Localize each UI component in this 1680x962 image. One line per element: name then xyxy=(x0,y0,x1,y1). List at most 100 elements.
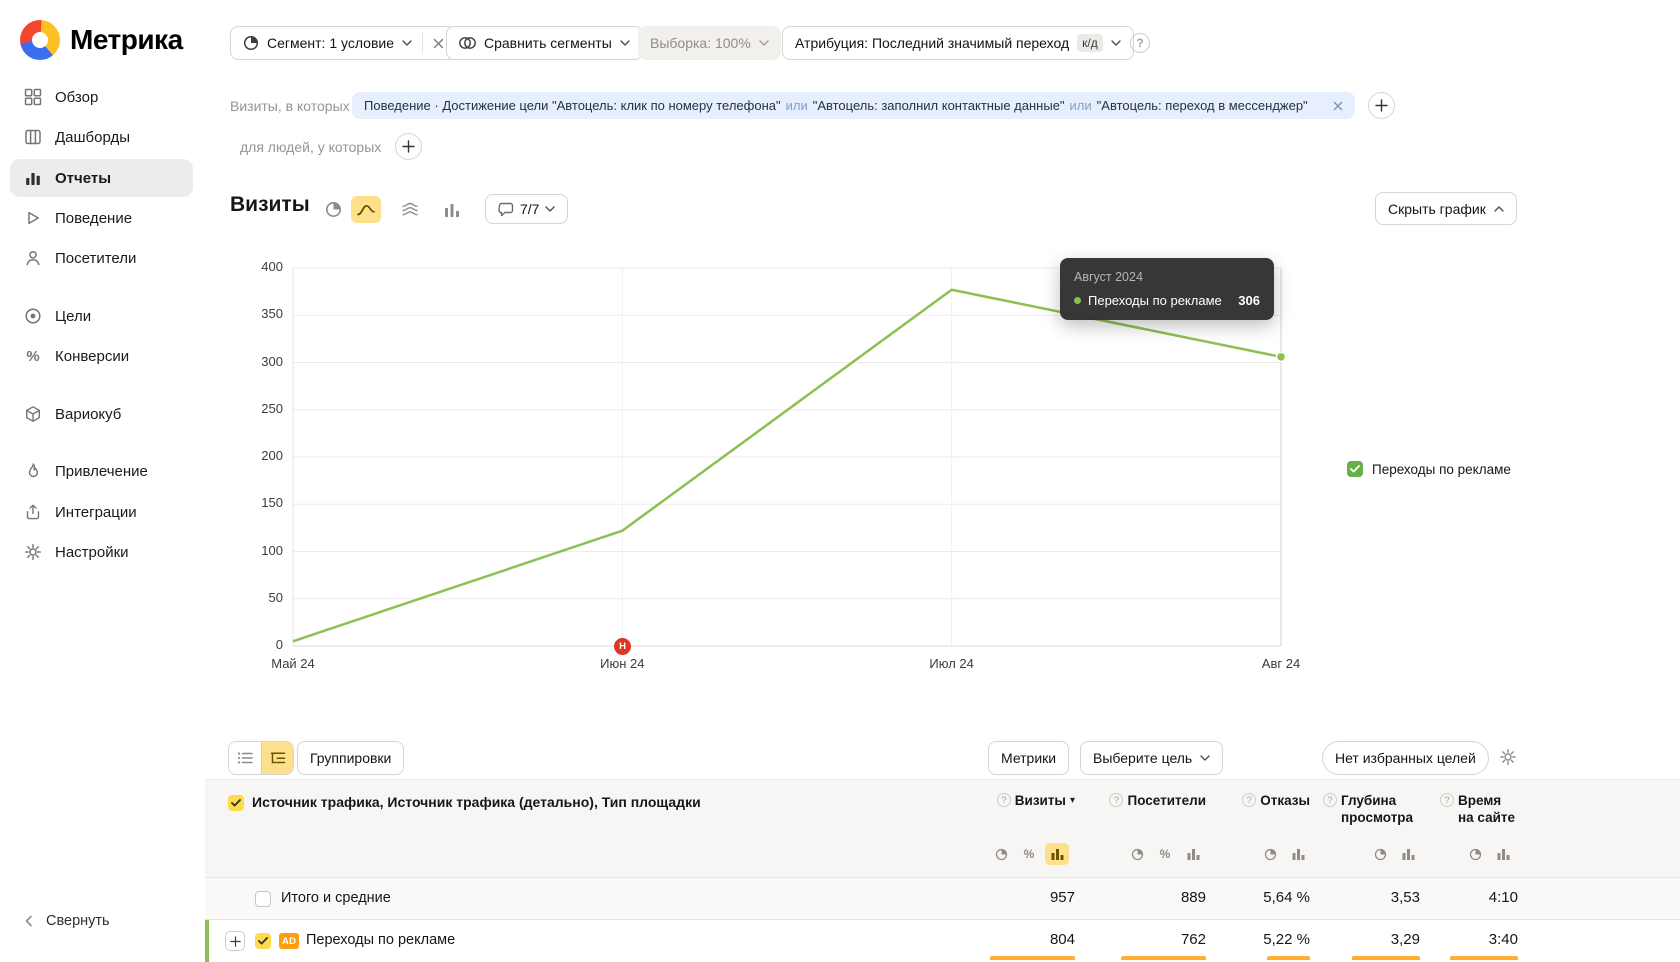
attribution-button[interactable]: Атрибуция: Последний значимый переход к/… xyxy=(782,26,1134,60)
dimension-header[interactable]: Источник трафика, Источник трафика (дета… xyxy=(252,794,701,810)
pie-view-button[interactable] xyxy=(318,196,348,223)
cell-visits: 957 xyxy=(1049,889,1075,906)
cell-bar xyxy=(1267,956,1310,960)
visits-bars-toggle[interactable] xyxy=(1045,843,1069,865)
choose-goal-label: Выберите цель xyxy=(1093,750,1193,766)
row-label[interactable]: Переходы по рекламе xyxy=(306,932,455,948)
sidebar-item-overview[interactable]: Обзор xyxy=(0,78,205,116)
cell-bar xyxy=(1352,956,1420,960)
sidebar-item-visitors[interactable]: Посетители xyxy=(0,239,205,277)
sidebar-item-dashboards[interactable]: Дашборды xyxy=(0,118,205,156)
remove-condition-button[interactable] xyxy=(1333,101,1343,111)
favorite-goals-label: Нет избранных целей xyxy=(1335,750,1476,766)
legend-label: Переходы по рекламе xyxy=(1372,461,1511,477)
row-checkbox[interactable] xyxy=(255,933,271,949)
comments-count: 7/7 xyxy=(520,201,540,217)
segment-condition-pill[interactable]: Поведение · Достижение цели "Автоцель: к… xyxy=(352,92,1355,119)
x-axis-label: Май 24 xyxy=(271,656,315,671)
favorite-goals-button[interactable]: Нет избранных целей xyxy=(1322,741,1489,775)
table-row[interactable]: AD Переходы по рекламе 804 762 5,22 % 3,… xyxy=(205,920,1680,962)
chevron-left-icon xyxy=(22,914,36,928)
depth-pie-toggle[interactable] xyxy=(1368,843,1392,865)
select-all-checkbox[interactable] xyxy=(228,795,244,811)
sidebar-item-behavior[interactable]: Поведение xyxy=(0,199,205,237)
row-checkbox[interactable] xyxy=(255,891,271,907)
hide-chart-button[interactable]: Скрыть график xyxy=(1375,192,1517,225)
bounces-pie-toggle[interactable] xyxy=(1258,843,1282,865)
sidebar-item-conversions[interactable]: % Конверсии xyxy=(0,337,205,375)
help-icon[interactable]: ? xyxy=(996,793,1011,807)
help-icon[interactable]: ? xyxy=(1242,793,1257,807)
visits-filter-prefix: Визиты, в которых xyxy=(230,98,350,114)
visitors-pie-toggle[interactable] xyxy=(1125,843,1149,865)
column-header-visits[interactable]: ? Визиты ▾ xyxy=(945,792,1075,809)
sidebar-item-reports[interactable]: Отчеты xyxy=(10,159,193,197)
series-point[interactable] xyxy=(1275,351,1287,363)
columns-view-button[interactable] xyxy=(437,196,467,223)
sidebar-item-goals[interactable]: Цели xyxy=(0,297,205,335)
expand-row-button[interactable] xyxy=(225,931,245,951)
tooltip-value: 306 xyxy=(1238,293,1260,308)
sampling-button[interactable]: Выборка: 100% xyxy=(638,26,781,60)
y-axis-label: 200 xyxy=(261,448,283,463)
sidebar-item-label: Отчеты xyxy=(55,169,112,187)
sidebar-item-integrations[interactable]: Интеграции xyxy=(0,493,205,531)
segment-button[interactable]: Сегмент: 1 условие xyxy=(230,26,458,60)
sidebar-item-settings[interactable]: Настройки xyxy=(0,533,205,571)
visitors-percent-toggle[interactable]: % xyxy=(1153,843,1177,865)
cell-bar xyxy=(990,956,1075,960)
table-row-totals[interactable]: Итого и средние 957 889 5,64 % 3,53 4:10 xyxy=(205,878,1680,920)
sidebar-item-label: Посетители xyxy=(55,249,137,267)
visits-pie-toggle[interactable] xyxy=(989,843,1013,865)
tree-view-button[interactable] xyxy=(261,742,293,774)
column-label: Визиты xyxy=(1014,793,1066,808)
visits-percent-toggle[interactable]: % xyxy=(1017,843,1041,865)
bounces-bars-toggle[interactable] xyxy=(1286,843,1310,865)
chart-legend-item[interactable]: Переходы по рекламе xyxy=(1347,461,1511,477)
tooltip-title: Август 2024 xyxy=(1074,270,1143,284)
stacked-area-icon xyxy=(402,202,418,217)
help-icon[interactable]: ? xyxy=(1109,793,1124,807)
column-header-time[interactable]: ? Время на сайте xyxy=(1440,792,1520,826)
chart-plot-area[interactable] xyxy=(292,267,1287,647)
flat-list-view-button[interactable] xyxy=(229,742,261,774)
integrations-icon xyxy=(24,503,42,521)
visitors-bars-toggle[interactable] xyxy=(1181,843,1205,865)
help-icon[interactable]: ? xyxy=(1323,793,1337,807)
x-axis-label: Июн 24 xyxy=(600,656,645,671)
legend-checkbox[interactable] xyxy=(1347,461,1363,477)
time-pie-toggle[interactable] xyxy=(1463,843,1487,865)
groupings-button[interactable]: Группировки xyxy=(297,741,405,775)
time-bars-toggle[interactable] xyxy=(1491,843,1515,865)
collapse-sidebar-button[interactable]: Свернуть xyxy=(22,913,110,929)
y-axis-label: 350 xyxy=(261,306,283,322)
sidebar-item-acquisition[interactable]: Привлечение xyxy=(0,452,205,490)
sidebar-item-label: Обзор xyxy=(55,88,99,106)
column-header-depth[interactable]: ? Глубина просмотра xyxy=(1323,792,1423,826)
annotation-marker[interactable]: Н xyxy=(614,638,631,655)
table-settings-gear-icon[interactable] xyxy=(1499,748,1517,766)
help-icon[interactable]: ? xyxy=(1440,793,1454,807)
column-header-bounces[interactable]: ? Отказы xyxy=(1180,792,1310,809)
add-visit-condition-button[interactable] xyxy=(1368,92,1395,119)
area-view-button[interactable] xyxy=(395,196,425,223)
add-people-condition-button[interactable] xyxy=(395,133,422,160)
cell-bounces: 5,22 % xyxy=(1263,931,1310,948)
compare-segments-button[interactable]: Сравнить сегменты xyxy=(446,26,643,60)
metrics-button[interactable]: Метрики xyxy=(988,741,1070,775)
line-view-button[interactable] xyxy=(351,196,381,223)
condition-text: "Автоцель: переход в мессенджер" xyxy=(1096,98,1308,113)
depth-bars-toggle[interactable] xyxy=(1396,843,1420,865)
help-icon[interactable]: ? xyxy=(1130,33,1150,53)
view-toggle-group xyxy=(228,741,294,775)
series-line xyxy=(292,288,1282,643)
metrika-logo[interactable]: Метрика xyxy=(20,20,183,60)
chart-title: Визиты xyxy=(230,193,310,216)
comments-button[interactable]: 7/7 xyxy=(485,194,569,224)
y-axis-label: 100 xyxy=(261,542,283,558)
sidebar-item-variocube[interactable]: Вариокуб xyxy=(0,395,205,433)
metrics-label: Метрики xyxy=(1001,750,1057,766)
choose-goal-dropdown[interactable]: Выберите цель xyxy=(1080,741,1224,775)
condition-text: "Автоцель: заполнил контактные данные" xyxy=(812,98,1065,113)
clear-segment-button[interactable] xyxy=(433,38,444,49)
